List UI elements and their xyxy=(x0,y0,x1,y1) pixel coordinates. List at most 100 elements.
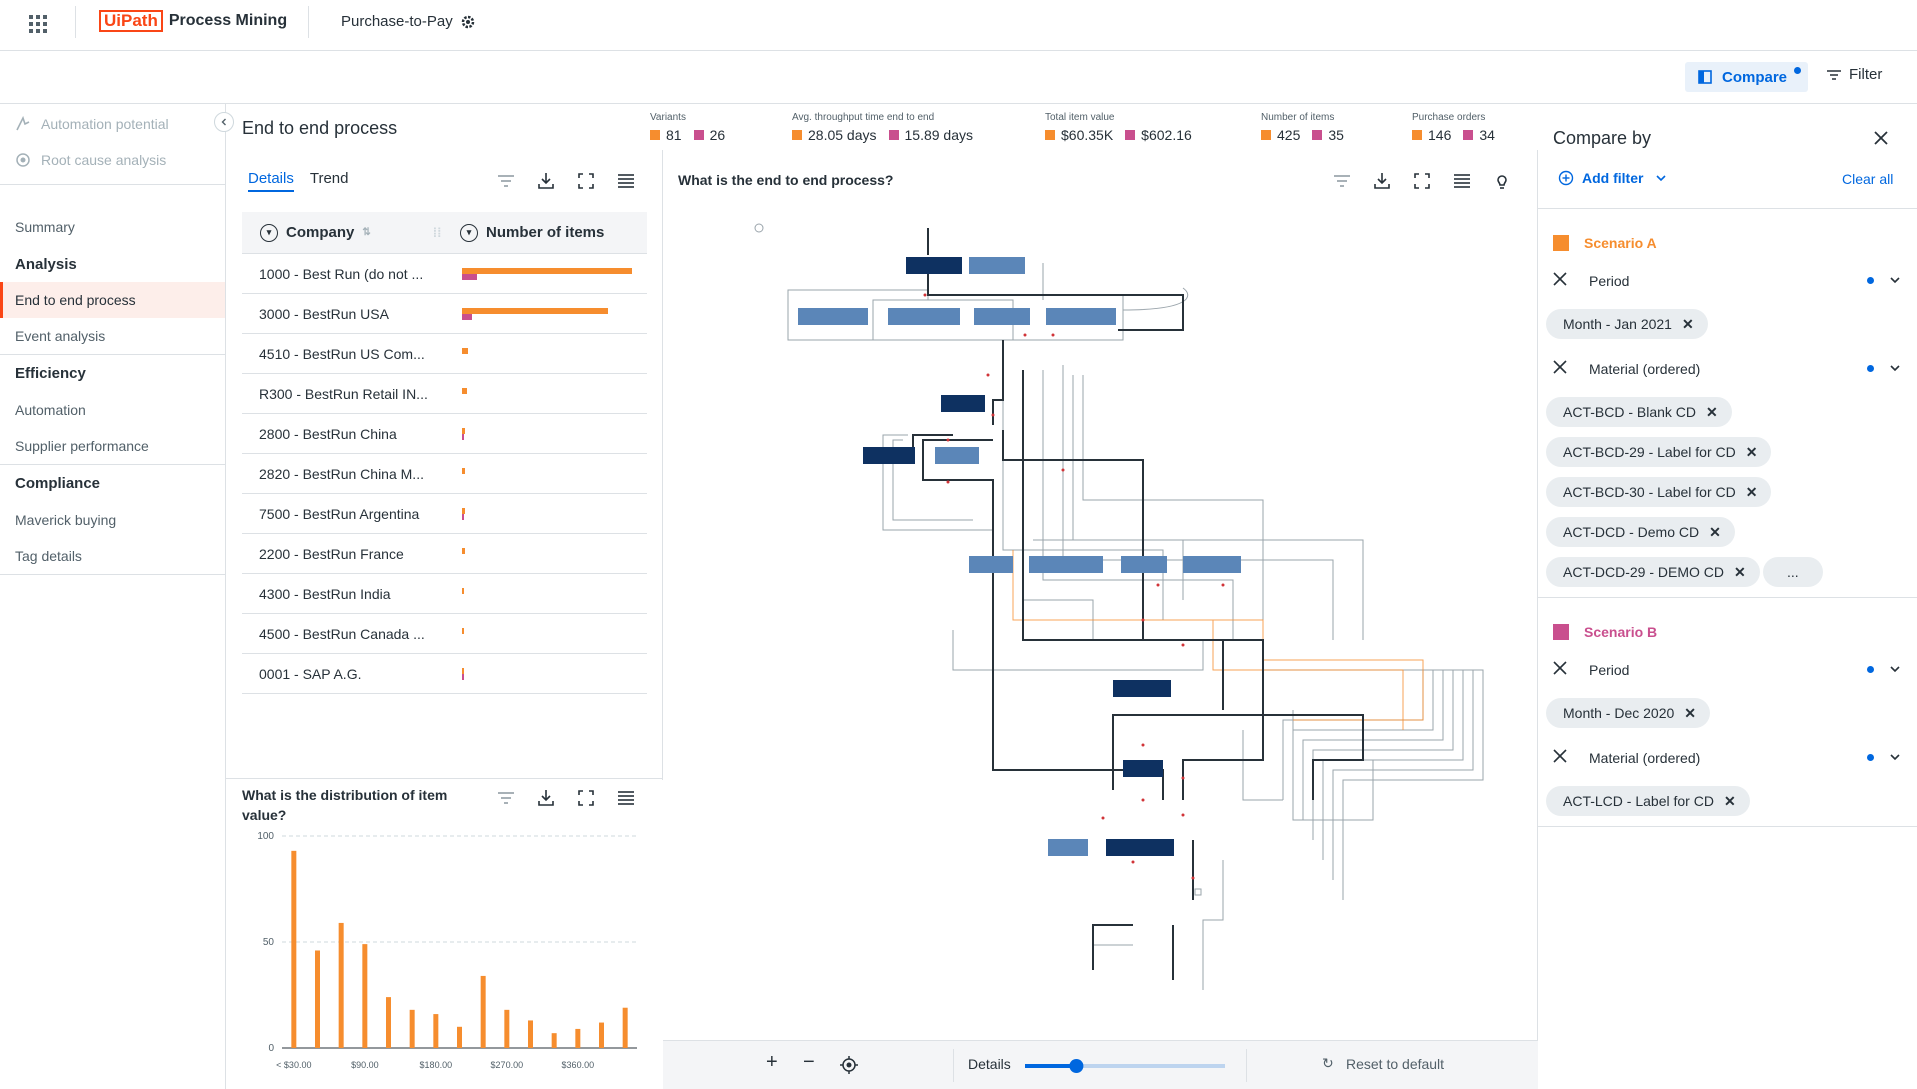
lightbulb-icon[interactable] xyxy=(1491,170,1513,192)
add-filter-button[interactable]: Add filter xyxy=(1558,170,1667,186)
tab-trend[interactable]: Trend xyxy=(310,170,349,192)
close-icon[interactable]: ✕ xyxy=(1682,316,1694,333)
close-icon[interactable]: ✕ xyxy=(1746,484,1758,501)
download-icon[interactable] xyxy=(1371,170,1393,192)
filter-chip[interactable]: ACT-BCD - Blank CD ✕ xyxy=(1546,397,1732,427)
menu-icon[interactable] xyxy=(615,170,637,192)
close-icon[interactable]: ✕ xyxy=(1734,564,1746,581)
close-icon[interactable]: ✕ xyxy=(1724,793,1736,810)
scenario-b-material-row[interactable]: Material (ordered) xyxy=(1553,749,1908,766)
filter-chip[interactable]: ACT-BCD-29 - Label for CD ✕ xyxy=(1546,437,1772,467)
more-chips-button[interactable]: ... xyxy=(1763,557,1823,587)
close-icon[interactable]: ✕ xyxy=(1709,524,1721,541)
sidebar-item-supplier-performance[interactable]: Supplier performance xyxy=(0,428,225,464)
filter-chip[interactable]: ACT-LCD - Label for CD ✕ xyxy=(1546,786,1750,816)
scenario-a-swatch xyxy=(1553,235,1569,251)
filter-chip[interactable]: Month - Dec 2020 ✕ xyxy=(1546,698,1711,728)
drag-handle-icon[interactable]: ⁞⁞ xyxy=(433,225,442,240)
filter-icon[interactable] xyxy=(495,787,517,809)
fullscreen-icon[interactable] xyxy=(1411,170,1433,192)
details-slider[interactable] xyxy=(1025,1056,1225,1076)
y-tick-label: 50 xyxy=(263,937,275,948)
chevron-down-icon[interactable] xyxy=(1889,662,1901,678)
menu-icon[interactable] xyxy=(1451,170,1473,192)
scenario-b-period-row[interactable]: Period xyxy=(1553,661,1908,678)
filter-icon[interactable] xyxy=(1331,170,1353,192)
filter-chip[interactable]: ACT-DCD-29 - DEMO CD ✕ xyxy=(1546,557,1760,587)
remove-filter-icon[interactable] xyxy=(1553,360,1569,377)
remove-filter-icon[interactable] xyxy=(1553,749,1569,766)
uipath-logo[interactable]: UiPath Process Mining xyxy=(99,10,287,32)
close-icon[interactable]: ✕ xyxy=(1706,404,1718,421)
download-icon[interactable] xyxy=(535,170,557,192)
close-icon[interactable]: ✕ xyxy=(1684,705,1696,722)
bar xyxy=(338,922,344,1048)
x-tick-label: < $30.00 xyxy=(276,1060,311,1070)
table-row[interactable]: 1000 - Best Run (do not ... xyxy=(242,254,647,294)
column-header-number-of-items[interactable]: ▾ Number of items xyxy=(460,223,604,242)
details-label: Details xyxy=(968,1056,1011,1072)
close-icon[interactable] xyxy=(1873,130,1889,151)
clear-all-button[interactable]: Clear all xyxy=(1842,171,1893,187)
company-name: 1000 - Best Run (do not ... xyxy=(259,265,424,282)
kpi-value-a: 28.05 days xyxy=(808,127,877,143)
sidebar-item-tag-details[interactable]: Tag details xyxy=(0,538,225,574)
sidebar-item-end-to-end-process[interactable]: End to end process xyxy=(0,282,225,318)
bar-scenario-a xyxy=(462,547,466,554)
app-launcher-icon[interactable] xyxy=(28,14,48,34)
scenario-a-period-row[interactable]: Period xyxy=(1553,272,1908,289)
menu-icon[interactable] xyxy=(615,787,637,809)
automation-icon xyxy=(16,116,30,131)
add-filter-label: Add filter xyxy=(1582,170,1644,186)
active-filter-dot xyxy=(1867,365,1874,372)
chip-label: ACT-DCD - Demo CD xyxy=(1563,524,1700,540)
remove-filter-icon[interactable] xyxy=(1553,272,1569,289)
table-row[interactable]: 2820 - BestRun China M... xyxy=(242,454,647,494)
sidebar-item-event-analysis[interactable]: Event analysis xyxy=(0,318,225,354)
table-row[interactable]: 2200 - BestRun France xyxy=(242,534,647,574)
sidebar-item-automation-potential[interactable]: Automation potential xyxy=(0,106,225,142)
kpi-label: Purchase orders xyxy=(1412,112,1486,123)
gear-icon[interactable] xyxy=(460,14,476,35)
chevron-down-icon[interactable] xyxy=(1889,361,1901,377)
zoom-in-button[interactable]: + xyxy=(766,1051,778,1074)
fullscreen-icon[interactable] xyxy=(575,170,597,192)
filter-chip[interactable]: ACT-BCD-30 - Label for CD ✕ xyxy=(1546,477,1772,507)
remove-filter-icon[interactable] xyxy=(1553,661,1569,678)
table-row[interactable]: 3000 - BestRun USA xyxy=(242,294,647,334)
sort-icon[interactable]: ⇅ xyxy=(362,227,370,238)
compare-button[interactable]: Compare xyxy=(1685,62,1808,92)
kpi-purchase-orders: Purchase orders 146 34 xyxy=(1412,112,1507,143)
process-graph[interactable] xyxy=(663,200,1538,1040)
table-row[interactable]: 4300 - BestRun India xyxy=(242,574,647,614)
chevron-down-icon[interactable] xyxy=(1889,750,1901,766)
column-header-company[interactable]: ▾ Company ⇅ ⁞⁞ xyxy=(242,223,460,242)
fullscreen-icon[interactable] xyxy=(575,787,597,809)
active-filter-dot xyxy=(1867,666,1874,673)
chevron-down-icon[interactable] xyxy=(1889,273,1901,289)
download-icon[interactable] xyxy=(535,787,557,809)
filter-chip[interactable]: ACT-DCD - Demo CD ✕ xyxy=(1546,517,1735,547)
chevron-left-icon xyxy=(221,118,226,126)
table-row[interactable]: 7500 - BestRun Argentina xyxy=(242,494,647,534)
collapse-sidebar-button[interactable] xyxy=(214,112,234,132)
close-icon[interactable]: ✕ xyxy=(1746,444,1758,461)
scenario-a-material-row[interactable]: Material (ordered) xyxy=(1553,360,1908,377)
recenter-icon[interactable] xyxy=(840,1056,858,1077)
table-row[interactable]: 4510 - BestRun US Com... xyxy=(242,334,647,374)
sidebar-item-root-cause-analysis[interactable]: Root cause analysis xyxy=(0,142,225,178)
sidebar-item-summary[interactable]: Summary xyxy=(0,209,225,245)
sidebar-item-automation[interactable]: Automation xyxy=(0,392,225,428)
filter-icon[interactable] xyxy=(495,170,517,192)
zoom-out-button[interactable]: − xyxy=(803,1051,815,1074)
tab-details[interactable]: Details xyxy=(248,170,294,192)
filter-chip[interactable]: Month - Jan 2021 ✕ xyxy=(1546,309,1708,339)
table-row[interactable]: 2800 - BestRun China xyxy=(242,414,647,454)
table-row[interactable]: R300 - BestRun Retail IN... xyxy=(242,374,647,414)
table-row[interactable]: 0001 - SAP A.G. xyxy=(242,654,647,694)
reset-to-default-button[interactable]: Reset to default xyxy=(1346,1056,1444,1072)
table-row[interactable]: 4500 - BestRun Canada ... xyxy=(242,614,647,654)
filter-button[interactable]: Filter xyxy=(1827,66,1882,83)
slider-handle[interactable] xyxy=(1069,1059,1084,1073)
sidebar-item-maverick-buying[interactable]: Maverick buying xyxy=(0,502,225,538)
